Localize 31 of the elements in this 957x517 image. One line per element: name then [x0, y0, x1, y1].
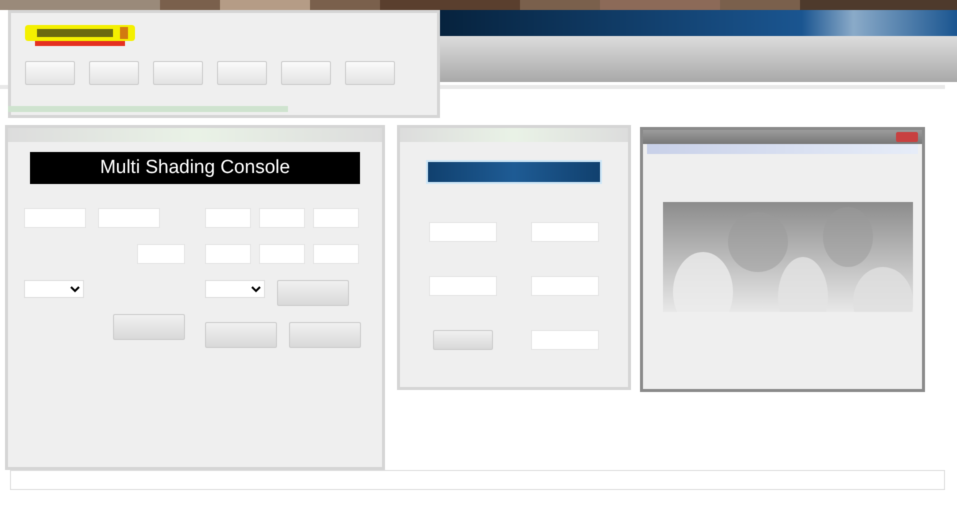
action-button[interactable] [277, 280, 349, 306]
dropdown[interactable] [205, 280, 265, 298]
action-button[interactable] [205, 322, 277, 348]
action-button[interactable] [289, 322, 361, 348]
input-field[interactable] [429, 276, 497, 296]
toolbar-button[interactable] [25, 61, 75, 85]
input-field[interactable] [259, 244, 305, 264]
action-button[interactable] [433, 330, 493, 350]
input-field[interactable] [24, 208, 86, 228]
toolbar-button[interactable] [153, 61, 203, 85]
input-field[interactable] [259, 208, 305, 228]
input-field[interactable] [313, 244, 359, 264]
command-field[interactable] [10, 470, 945, 490]
input-field[interactable] [313, 208, 359, 228]
input-field[interactable] [205, 208, 251, 228]
input-field[interactable] [531, 330, 599, 350]
input-field[interactable] [205, 244, 251, 264]
toolbar-button[interactable] [217, 61, 267, 85]
input-field[interactable] [531, 222, 599, 242]
dropdown[interactable] [24, 280, 84, 298]
toolbar-button[interactable] [281, 61, 331, 85]
console-banner: Multi Shading Console [30, 152, 360, 184]
close-icon[interactable] [896, 132, 918, 142]
input-field[interactable] [98, 208, 160, 228]
input-field[interactable] [531, 276, 599, 296]
toolbar-button[interactable] [89, 61, 139, 85]
action-button[interactable] [113, 314, 185, 340]
toolbar-button[interactable] [345, 61, 395, 85]
logo-icon [25, 25, 135, 47]
input-field[interactable] [429, 222, 497, 242]
input-field[interactable] [137, 244, 185, 264]
